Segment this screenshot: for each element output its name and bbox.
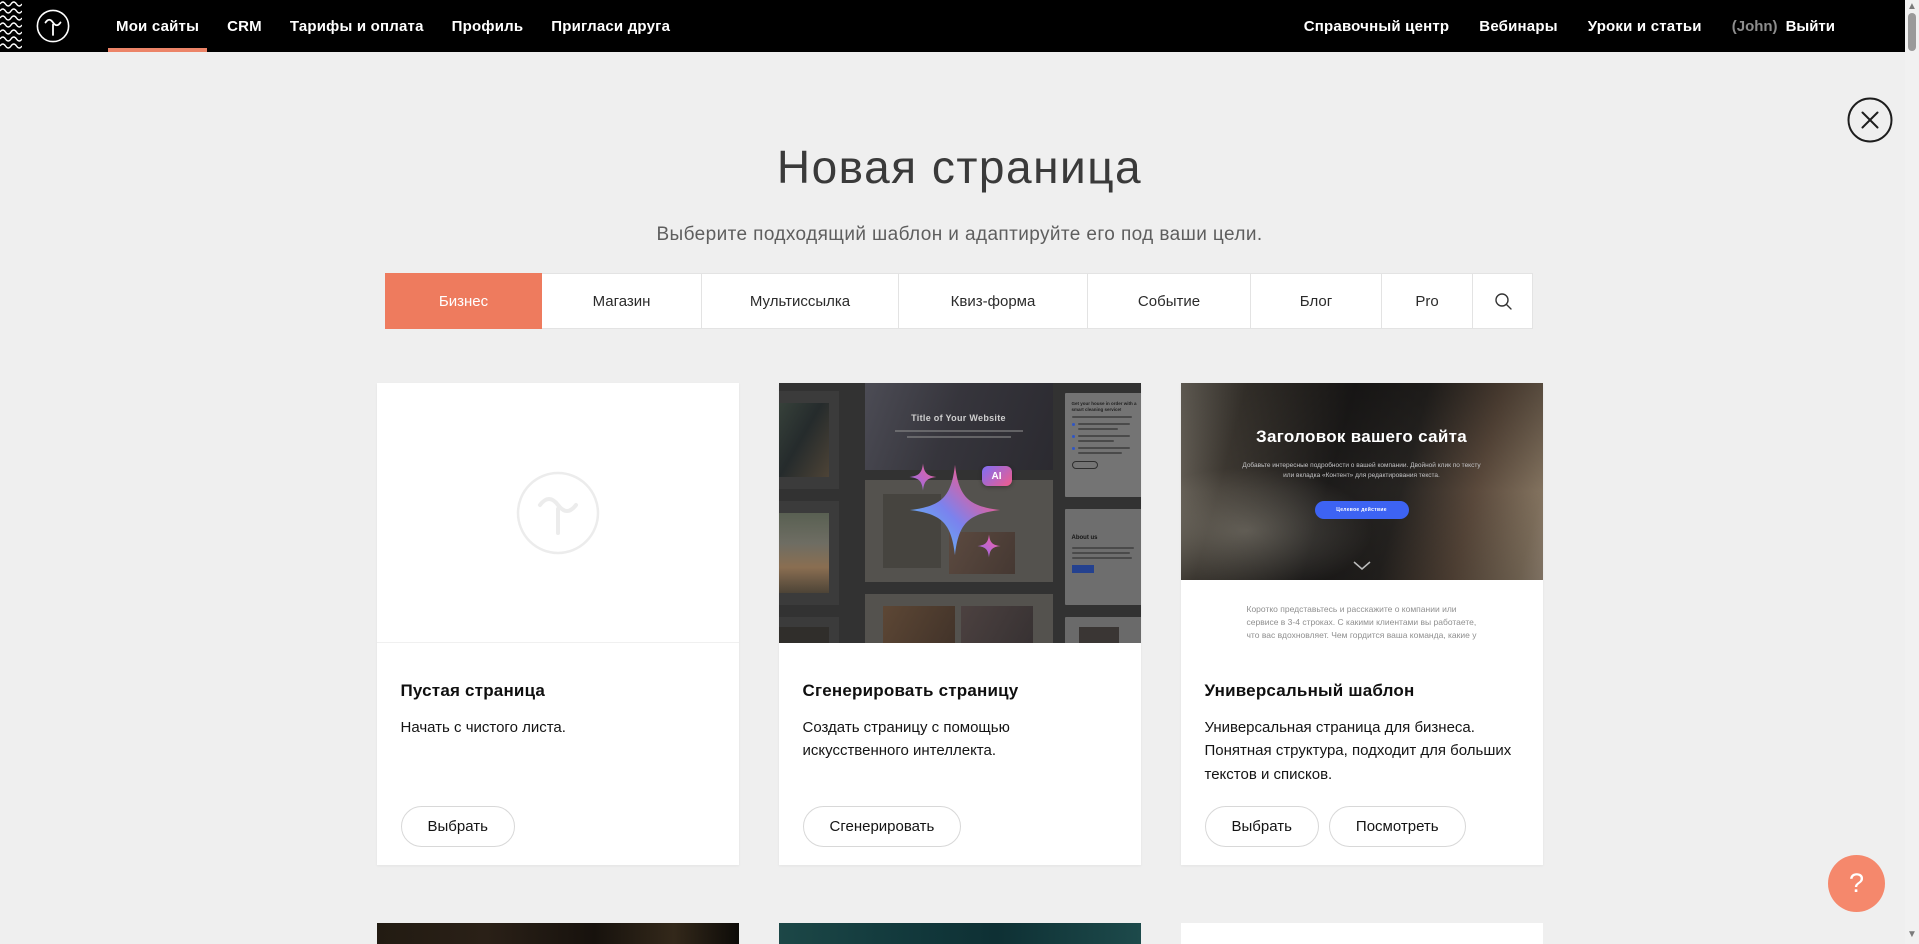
card-description: Создать страницу с помощью искусственног… xyxy=(803,716,1117,763)
card-description: Начать с чистого листа. xyxy=(401,716,715,739)
tab-blog[interactable]: Блог xyxy=(1250,273,1382,329)
tab-event[interactable]: Событие xyxy=(1087,273,1251,329)
view-button[interactable]: Посмотреть xyxy=(1329,806,1466,847)
close-icon xyxy=(1847,97,1893,143)
active-nav-underline xyxy=(108,48,207,52)
card-title: Универсальный шаблон xyxy=(1205,681,1519,701)
zigzag-pattern-icon xyxy=(0,0,22,52)
template-thumbnail xyxy=(377,923,739,944)
template-cta-button: Целевое действие xyxy=(1315,501,1409,519)
vertical-scrollbar[interactable]: ▲ ▼ xyxy=(1905,0,1919,944)
ai-sparkle-small-icon xyxy=(909,463,937,491)
nav-pricing[interactable]: Тарифы и оплата xyxy=(276,0,438,52)
tab-quiz-form[interactable]: Квиз-форма xyxy=(898,273,1088,329)
username-label: (John) xyxy=(1717,18,1780,35)
mini-doc-heading: Get your house in order with a smart cle… xyxy=(1072,401,1141,413)
nav-help-center[interactable]: Справочный центр xyxy=(1289,0,1465,52)
logout-link[interactable]: Выйти xyxy=(1780,18,1835,35)
card-blank-page: Пустая страница Начать с чистого листа. … xyxy=(377,383,739,865)
next-cards-row xyxy=(0,923,1919,944)
nav-crm[interactable]: CRM xyxy=(213,0,276,52)
nav-invite-friend[interactable]: Пригласи друга xyxy=(537,0,684,52)
app-viewport: Мои сайты CRM Тарифы и оплата Профиль Пр… xyxy=(0,0,1919,944)
nav-my-sites[interactable]: Мои сайты xyxy=(102,0,213,52)
scrollbar-down-arrow-icon[interactable]: ▼ xyxy=(1907,930,1917,940)
blank-page-preview xyxy=(377,383,739,643)
card-title: Сгенерировать страницу xyxy=(803,681,1117,701)
ai-sparkle-small-icon xyxy=(977,534,1001,558)
tab-business[interactable]: Бизнес xyxy=(385,273,542,329)
scrollbar-up-arrow-icon[interactable]: ▲ xyxy=(1907,2,1917,12)
tab-multilink[interactable]: Мультиссылка xyxy=(701,273,899,329)
mini-about-heading: About us xyxy=(1072,535,1141,541)
page-subtitle: Выберите подходящий шаблон и адаптируйте… xyxy=(0,224,1919,246)
search-icon xyxy=(1494,292,1512,310)
template-preview: Заголовок вашего сайта Добавьте интересн… xyxy=(1181,383,1543,643)
tab-store[interactable]: Магазин xyxy=(541,273,702,329)
page-title: Новая страница xyxy=(0,140,1919,194)
ai-collage-preview: Title of Your Website Get your house in … xyxy=(779,383,1141,643)
mini-hero-title: Title of Your Website xyxy=(865,413,1053,423)
primary-nav: Мои сайты CRM Тарифы и оплата Профиль Пр… xyxy=(102,0,684,52)
nav-lessons[interactable]: Уроки и статьи xyxy=(1573,0,1717,52)
top-navigation-bar: Мои сайты CRM Тарифы и оплата Профиль Пр… xyxy=(0,0,1905,52)
template-body-text: Коротко представьтесь и расскажите о ком… xyxy=(1247,603,1479,643)
tab-pro[interactable]: Pro xyxy=(1381,273,1473,329)
nav-my-sites-label: Мои сайты xyxy=(116,18,199,35)
tilda-logo[interactable] xyxy=(36,9,70,43)
close-button[interactable] xyxy=(1847,97,1893,143)
tab-search[interactable] xyxy=(1472,273,1533,329)
choose-button[interactable]: Выбрать xyxy=(401,806,515,847)
generate-button[interactable]: Сгенерировать xyxy=(803,806,962,847)
nav-webinars[interactable]: Вебинары xyxy=(1464,0,1572,52)
template-hero-title: Заголовок вашего сайта xyxy=(1181,427,1543,447)
chevron-down-icon xyxy=(1353,561,1371,570)
ai-badge: AI xyxy=(982,466,1012,486)
card-universal-template: Заголовок вашего сайта Добавьте интересн… xyxy=(1181,383,1543,865)
template-category-tabs: Бизнес Магазин Мультиссылка Квиз-форма С… xyxy=(0,273,1919,329)
card-description: Универсальная страница для бизнеса. Поня… xyxy=(1205,716,1519,786)
template-thumbnail xyxy=(1181,923,1543,944)
choose-button[interactable]: Выбрать xyxy=(1205,806,1319,847)
scrollbar-thumb[interactable] xyxy=(1908,13,1916,51)
nav-profile[interactable]: Профиль xyxy=(438,0,538,52)
tilda-watermark-icon xyxy=(516,471,600,555)
secondary-nav: Справочный центр Вебинары Уроки и статьи… xyxy=(1289,0,1835,52)
template-thumbnail xyxy=(779,923,1141,944)
card-title: Пустая страница xyxy=(401,681,715,701)
help-button[interactable]: ? xyxy=(1828,855,1885,912)
card-ai-generate: Title of Your Website Get your house in … xyxy=(779,383,1141,865)
template-hero-subtitle: Добавьте интересные подробности о вашей … xyxy=(1237,461,1487,482)
template-cards-row: Пустая страница Начать с чистого листа. … xyxy=(0,383,1919,865)
